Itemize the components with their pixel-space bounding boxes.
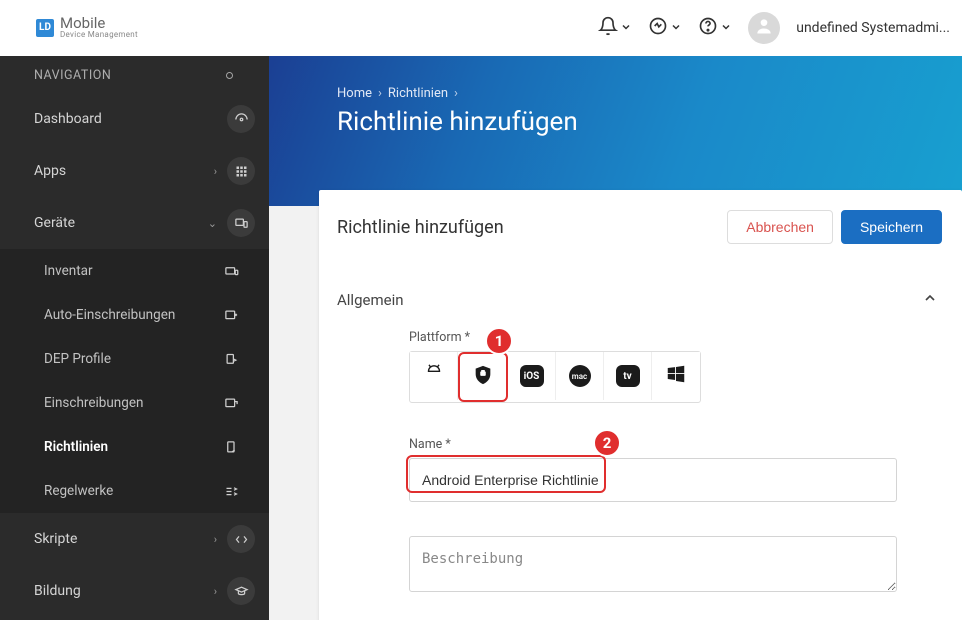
devices-icon (227, 209, 255, 237)
sidebar-item-autoenroll[interactable]: Auto-Einschreibungen (0, 293, 269, 337)
page-title: Richtlinie hinzufügen (337, 107, 962, 137)
sidebar-item-dashboard[interactable]: Dashboard (0, 93, 269, 145)
sidebar-item-label: Regelwerke (44, 483, 221, 499)
form-card: Richtlinie hinzufügen Abbrechen Speicher… (319, 190, 962, 620)
notifications-menu[interactable] (598, 16, 632, 40)
education-icon (227, 577, 255, 605)
sidebar-item-education[interactable]: Bildung › (0, 565, 269, 617)
sidebar-item-apps[interactable]: Apps › (0, 145, 269, 197)
policy-icon (221, 437, 241, 457)
sidebar: NAVIGATION Dashboard Apps › Geräte ⌄ (0, 56, 269, 620)
help-menu[interactable] (698, 16, 732, 40)
sidebar-submenu-devices: Inventar Auto-Einschreibungen DEP Profil… (0, 249, 269, 513)
sidebar-item-inventory[interactable]: Inventar (0, 249, 269, 293)
sidebar-item-label: Apps (34, 163, 214, 179)
platform-selector: iOS mac tv (409, 351, 701, 403)
sidebar-item-rulesets[interactable]: Regelwerke (0, 469, 269, 513)
section-title: Allgemein (337, 291, 922, 309)
sidebar-item-label: Inventar (44, 263, 221, 279)
cancel-button[interactable]: Abbrechen (727, 210, 833, 244)
sidebar-item-label: Bildung (34, 583, 214, 599)
sidebar-item-devices[interactable]: Geräte ⌄ (0, 197, 269, 249)
chevron-down-icon: ⌄ (208, 217, 217, 230)
username-label[interactable]: undefined Systemadmi... (796, 20, 950, 36)
chevron-up-icon (922, 290, 938, 310)
sidebar-item-dep[interactable]: DEP Profile (0, 337, 269, 381)
description-input[interactable] (409, 536, 897, 592)
code-icon (227, 525, 255, 553)
brand-tagline: Device Management (60, 31, 138, 39)
mac-icon: mac (569, 365, 591, 387)
windows-icon (665, 363, 687, 389)
enroll-icon (221, 393, 241, 413)
annotation-badge-2: 2 (593, 429, 621, 457)
chevron-right-icon: › (378, 86, 382, 101)
name-input[interactable] (409, 458, 897, 502)
sidebar-item-enrollments[interactable]: Einschreibungen (0, 381, 269, 425)
chevron-right-icon: › (454, 86, 458, 101)
section-general-header[interactable]: Allgemein (319, 262, 962, 330)
ios-icon: iOS (520, 365, 544, 387)
chevron-down-icon (720, 18, 732, 37)
help-icon (698, 16, 718, 40)
logo-badge: LD (36, 19, 54, 37)
platform-appletv[interactable]: tv (604, 352, 652, 400)
activity-menu[interactable] (648, 16, 682, 40)
main-panel: Home › Richtlinien › Richtlinie hinzufüg… (269, 56, 962, 620)
platform-android[interactable] (410, 352, 458, 400)
bell-icon (598, 16, 618, 40)
platform-android-enterprise[interactable] (458, 352, 508, 402)
platform-ios[interactable]: iOS (508, 352, 556, 400)
chevron-down-icon (670, 18, 682, 37)
top-bar: LD Mobile Device Management (0, 0, 962, 56)
rules-icon (221, 481, 241, 501)
brand-logo[interactable]: LD Mobile Device Management (36, 16, 138, 39)
inventory-icon (221, 261, 241, 281)
target-icon (226, 72, 233, 79)
hero-banner: Home › Richtlinien › Richtlinie hinzufüg… (269, 56, 962, 206)
sidebar-item-scripts[interactable]: Skripte › (0, 513, 269, 565)
card-title: Richtlinie hinzufügen (337, 217, 719, 238)
breadcrumb-home[interactable]: Home (337, 86, 372, 101)
chevron-right-icon: › (214, 585, 217, 598)
android-icon (423, 363, 445, 389)
save-button[interactable]: Speichern (841, 210, 942, 244)
gauge-icon (227, 105, 255, 133)
breadcrumb-policies[interactable]: Richtlinien (388, 86, 448, 101)
brand-name: Mobile (60, 16, 138, 31)
name-label: Name * (409, 437, 938, 452)
sidebar-item-label: Auto-Einschreibungen (44, 307, 221, 323)
sidebar-item-label: Richtlinien (44, 439, 221, 455)
user-icon (754, 16, 774, 40)
dep-icon (221, 349, 241, 369)
activity-icon (648, 16, 668, 40)
sidebar-heading: NAVIGATION (0, 56, 269, 93)
annotation-badge-1: 1 (485, 327, 513, 355)
chevron-right-icon: › (214, 165, 217, 178)
chevron-down-icon (620, 18, 632, 37)
platform-mac[interactable]: mac (556, 352, 604, 400)
sidebar-item-label: Skripte (34, 531, 214, 547)
sidebar-item-label: Einschreibungen (44, 395, 221, 411)
auto-enroll-icon (221, 305, 241, 325)
sidebar-item-label: DEP Profile (44, 351, 221, 367)
user-avatar[interactable] (748, 12, 780, 44)
chevron-right-icon: › (214, 533, 217, 546)
sidebar-item-policies[interactable]: Richtlinien (0, 425, 269, 469)
sidebar-item-label: Geräte (34, 215, 208, 231)
grid-icon (227, 157, 255, 185)
breadcrumb: Home › Richtlinien › (337, 86, 962, 101)
sidebar-item-label: Dashboard (34, 111, 227, 127)
appletv-icon: tv (616, 365, 640, 387)
platform-windows[interactable] (652, 352, 700, 400)
sidebar-heading-label: NAVIGATION (34, 68, 111, 83)
android-enterprise-icon (472, 364, 494, 390)
